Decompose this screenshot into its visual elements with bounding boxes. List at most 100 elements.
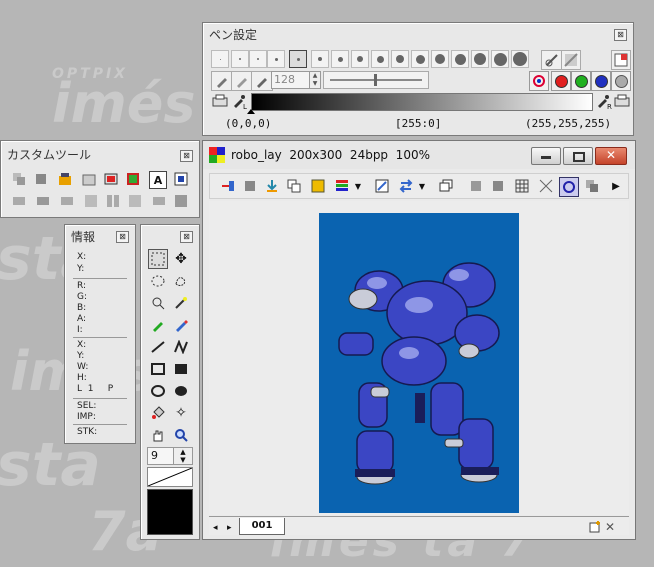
layer-tool-2-icon[interactable] [489, 177, 507, 195]
more-arrow-icon[interactable]: ▶ [611, 177, 621, 195]
print-right-icon[interactable] [613, 93, 631, 109]
pen-size-16[interactable] [511, 50, 529, 68]
pen-shape-icon[interactable] [561, 50, 581, 70]
custom-tool-3-icon[interactable] [57, 171, 73, 187]
custom-tool-4-icon[interactable] [81, 171, 97, 187]
red-color-button[interactable] [551, 71, 571, 91]
gradient-marker[interactable] [247, 109, 255, 114]
pencil-tool-icon[interactable] [231, 71, 253, 91]
pen-size-11[interactable] [411, 50, 429, 68]
custom-tool-12-icon[interactable] [83, 193, 99, 209]
custom-tool-9-icon[interactable] [11, 193, 27, 209]
custom-tool-11-icon[interactable] [59, 193, 75, 209]
scroll-left-button[interactable]: ◂ [213, 523, 218, 533]
minimize-button[interactable] [531, 147, 561, 165]
pen-size-7[interactable] [331, 50, 349, 68]
ellipse-tool[interactable] [148, 381, 168, 401]
size-slider[interactable] [323, 71, 429, 89]
pen-size-15[interactable] [491, 50, 509, 68]
custom-tool-5-icon[interactable] [103, 171, 119, 187]
pen-size-1[interactable] [211, 50, 229, 68]
pen-size-4[interactable] [267, 50, 285, 68]
curve-tool[interactable] [171, 337, 191, 357]
close-icon[interactable]: ⊠ [180, 150, 193, 162]
layer-tool-1-icon[interactable] [467, 177, 485, 195]
free-select-tool[interactable] [148, 293, 168, 313]
custom-tool-10-icon[interactable] [35, 193, 51, 209]
close-icon[interactable]: ⊠ [180, 231, 193, 243]
custom-tool-13-icon[interactable] [105, 193, 121, 209]
pen-size-3[interactable] [249, 50, 267, 68]
line-preview[interactable] [147, 467, 193, 487]
custom-tool-6-icon[interactable] [125, 171, 141, 187]
brush-tool-icon[interactable] [251, 71, 273, 91]
green-color-button[interactable] [571, 71, 591, 91]
palette-icon[interactable] [333, 177, 351, 195]
text-tool-icon[interactable]: A [149, 171, 167, 189]
pen-mode-icon[interactable] [541, 50, 563, 70]
import-icon[interactable] [219, 177, 237, 195]
windows-icon[interactable] [437, 177, 455, 195]
zoom-tool[interactable] [171, 425, 191, 445]
pen-tool[interactable] [171, 315, 191, 335]
pen-size-8[interactable] [351, 50, 369, 68]
filled-rectangle-tool[interactable] [171, 359, 191, 379]
color-swatch[interactable] [147, 489, 193, 535]
pen-size-2[interactable] [231, 50, 249, 68]
size-spinner[interactable]: ▲ ▼ [309, 71, 321, 89]
color-wheel-icon[interactable] [529, 71, 549, 91]
size-field[interactable]: 128 [271, 71, 311, 89]
custom-tool-15-icon[interactable] [151, 193, 167, 209]
close-icon[interactable]: ⊠ [614, 29, 627, 41]
number-field[interactable]: 9 [147, 447, 174, 465]
close-icon[interactable]: ⊠ [116, 231, 129, 243]
dropdown-arrow-icon[interactable]: ▼ [417, 177, 427, 195]
layer-tab[interactable]: 001 [239, 518, 285, 535]
scroll-right-button[interactable]: ▸ [227, 523, 232, 533]
line-tool[interactable] [148, 337, 168, 357]
export-icon[interactable] [309, 177, 327, 195]
move-tool[interactable]: ✥ [171, 249, 191, 269]
delete-layer-icon[interactable]: ✕ [605, 520, 615, 534]
image-canvas[interactable] [319, 213, 519, 513]
ellipse-select-tool[interactable] [148, 271, 168, 291]
layer-down-icon[interactable] [241, 177, 259, 195]
mask-icon[interactable] [559, 177, 579, 197]
grid-icon[interactable] [513, 177, 531, 195]
pen-size-12[interactable] [431, 50, 449, 68]
magic-wand-tool[interactable] [171, 293, 191, 313]
blue-color-button[interactable] [591, 71, 611, 91]
custom-tool-14-icon[interactable] [127, 193, 143, 209]
dropdown-arrow-icon[interactable]: ▼ [353, 177, 363, 195]
transparent-grid-icon[interactable] [537, 177, 555, 195]
custom-tool-8-icon[interactable] [173, 171, 189, 187]
pen-size-9[interactable] [371, 50, 389, 68]
hand-tool[interactable] [148, 425, 168, 445]
crosshair-tool[interactable]: ✧ [171, 403, 191, 423]
compare-icon[interactable] [583, 177, 601, 195]
alpha-color-button[interactable] [611, 71, 631, 91]
gradient-bar[interactable] [251, 93, 593, 111]
custom-tool-2-icon[interactable] [33, 171, 49, 187]
rect-select-tool[interactable] [148, 249, 168, 269]
pen-size-14[interactable] [471, 50, 489, 68]
number-spinner[interactable]: ▲ ▼ [173, 447, 193, 465]
resize-icon[interactable] [373, 177, 391, 195]
fill-tool[interactable] [148, 403, 168, 423]
close-button[interactable]: ✕ [595, 147, 627, 165]
maximize-button[interactable] [563, 147, 593, 165]
pen-tool-icon[interactable] [211, 71, 233, 91]
slider-thumb[interactable] [374, 74, 377, 86]
pen-grid-icon[interactable] [611, 50, 631, 70]
print-left-icon[interactable] [211, 93, 229, 109]
filled-ellipse-tool[interactable] [171, 381, 191, 401]
custom-tool-1-icon[interactable] [11, 171, 27, 187]
lasso-tool[interactable] [171, 271, 191, 291]
download-icon[interactable] [263, 177, 281, 195]
pen-size-13[interactable] [451, 50, 469, 68]
convert-icon[interactable] [397, 177, 415, 195]
pen-size-6[interactable] [311, 50, 329, 68]
pen-size-5[interactable] [289, 50, 307, 68]
new-layer-icon[interactable] [589, 521, 601, 533]
copy-icon[interactable] [285, 177, 303, 195]
